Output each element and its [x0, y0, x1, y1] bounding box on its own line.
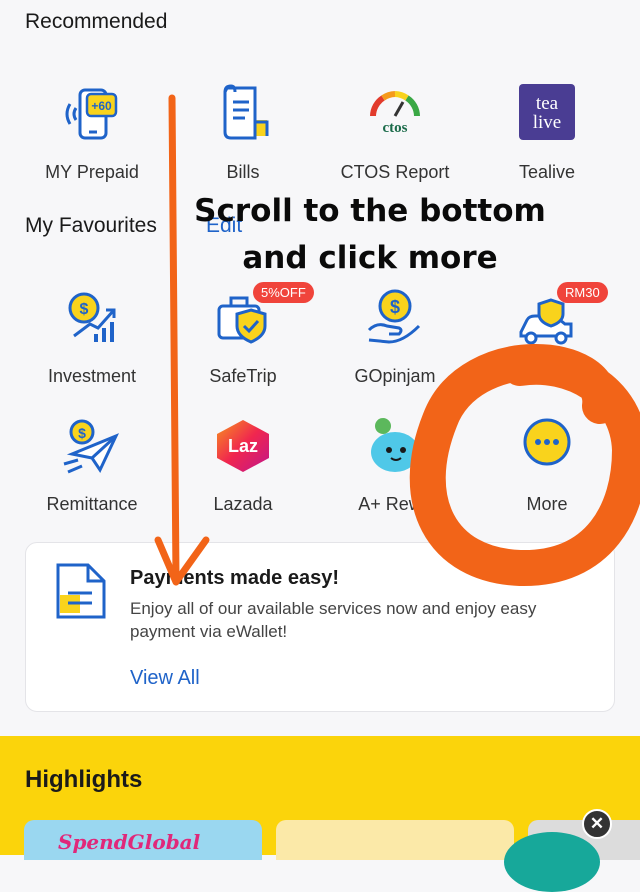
annotation-overlay — [154, 94, 640, 587]
scroll-arrow — [154, 94, 210, 586]
more-circle-highlight — [409, 344, 640, 587]
annotation-text: Scroll to the bottom and click more — [175, 188, 565, 282]
annotation-line-2: and click more — [242, 240, 498, 276]
annotation-line-1: Scroll to the bottom — [194, 193, 546, 229]
